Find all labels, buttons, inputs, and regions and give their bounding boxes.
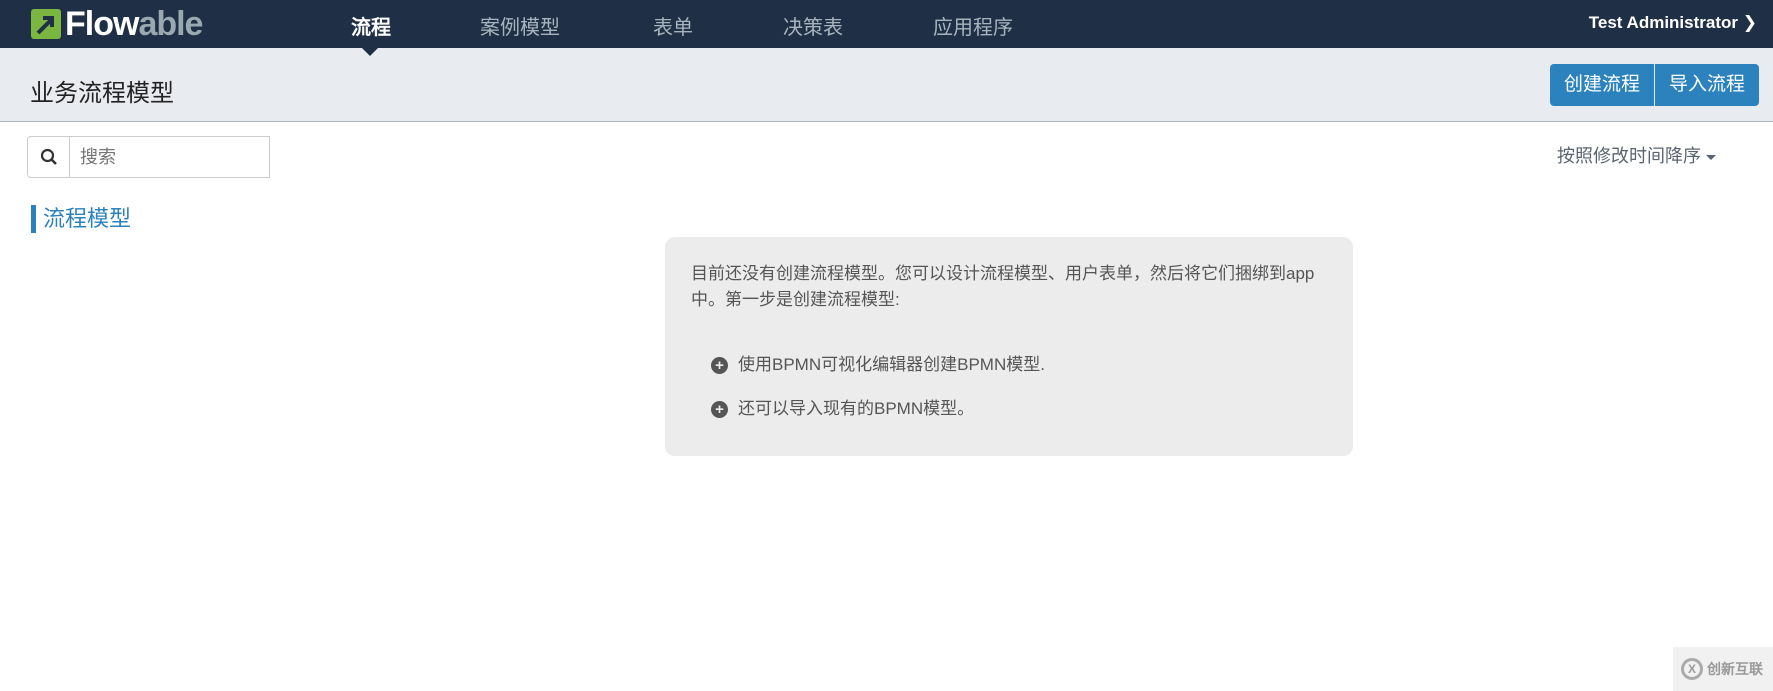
search-icon[interactable] (27, 136, 70, 178)
sidebar-item-process-models[interactable]: 流程模型 (31, 205, 131, 233)
nav-tab-decision-tables[interactable]: 决策表 (783, 11, 843, 40)
plus-circle-icon: + (711, 356, 728, 374)
list-item: + 还可以导入现有的BPMN模型。 (711, 397, 1327, 421)
empty-state-panel: 目前还没有创建流程模型。您可以设计流程模型、用户表单，然后将它们捆绑到app中。… (665, 237, 1353, 456)
list-item: + 使用BPMN可视化编辑器创建BPMN模型. (711, 353, 1327, 377)
plus-circle-icon: + (711, 400, 728, 418)
empty-state-intro: 目前还没有创建流程模型。您可以设计流程模型、用户表单，然后将它们捆绑到app中。… (691, 264, 1315, 309)
chevron-down-icon: ❯ (1742, 13, 1757, 32)
page-header: 业务流程模型 创建流程 导入流程 (0, 48, 1773, 122)
user-name: Test Administrator (1588, 13, 1739, 32)
search-box (27, 136, 270, 178)
import-process-button[interactable]: 导入流程 (1654, 64, 1760, 106)
caret-down-icon (1706, 154, 1716, 160)
nav-tab-forms[interactable]: 表单 (653, 11, 693, 40)
sort-dropdown[interactable]: 按照修改时间降序 (1557, 142, 1716, 168)
flowable-logo[interactable]: Flowable (31, 7, 203, 41)
nav-tab-case-model[interactable]: 案例模型 (480, 11, 560, 40)
top-navbar: Flowable 流程 案例模型 表单 决策表 应用程序 Test Admini… (0, 0, 1773, 48)
page-title: 业务流程模型 (30, 80, 174, 107)
user-menu[interactable]: Test Administrator ❯ (1589, 13, 1757, 33)
create-process-button[interactable]: 创建流程 (1550, 64, 1655, 106)
watermark: X 创新互联 (1673, 647, 1773, 691)
logo-arrow-icon (31, 9, 61, 39)
search-input[interactable] (70, 136, 270, 178)
nav-tab-apps[interactable]: 应用程序 (933, 11, 1013, 40)
active-tab-caret (362, 48, 378, 56)
nav-tab-process[interactable]: 流程 (351, 11, 391, 40)
watermark-logo-icon: X (1681, 658, 1703, 680)
